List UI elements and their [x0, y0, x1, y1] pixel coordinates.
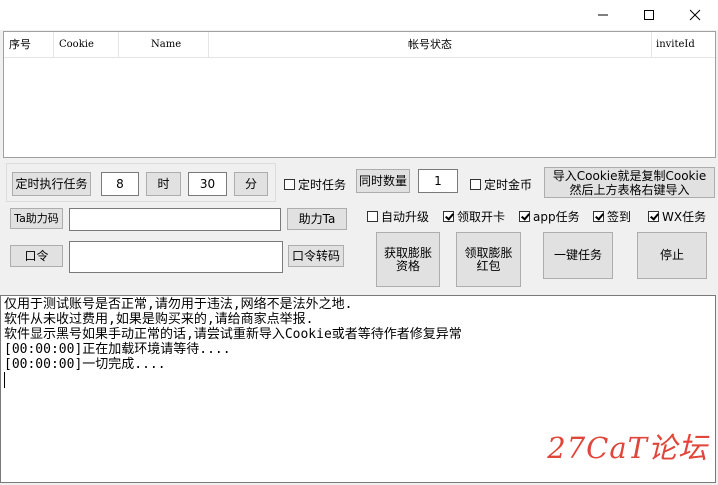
timed-task-label: 定时任务 [298, 178, 347, 192]
timed-task-checkbox[interactable]: 定时任务 [284, 176, 346, 193]
column-account-status[interactable]: 帐号状态 [209, 32, 652, 57]
minute-input[interactable]: 30 [188, 172, 227, 196]
log-line: 软件从未收过费用,如果是购买来的,请给商家点举报. [4, 312, 314, 327]
claim-red-packet-button[interactable]: 领取膨胀红包 [456, 232, 521, 287]
one-click-task-button[interactable]: 一键任务 [543, 232, 613, 279]
checkbox-box [470, 179, 481, 190]
accounts-table[interactable]: 序号 Cookie Name 帐号状态 inviteId [3, 31, 716, 158]
checkbox-sign-in[interactable]: 签到 [593, 208, 631, 225]
minute-button[interactable]: 分 [234, 172, 268, 196]
title-bar [0, 0, 718, 30]
checkbox-app-task[interactable]: app任务 [519, 208, 580, 225]
checkbox-label: WX任务 [662, 210, 707, 224]
log-line: [00:00:00]一切完成.... [4, 357, 166, 372]
column-index[interactable]: 序号 [4, 32, 54, 57]
concurrency-input[interactable]: 1 [418, 169, 458, 193]
checkbox-label: app任务 [533, 210, 580, 224]
help-code-input[interactable] [69, 208, 281, 231]
text-cursor [4, 372, 5, 388]
command-input[interactable] [69, 241, 283, 273]
checkbox-label: 领取开卡 [457, 210, 506, 224]
concurrency-button[interactable]: 同时数量 [356, 169, 410, 193]
table-header: 序号 Cookie Name 帐号状态 inviteId [4, 32, 715, 58]
checkbox-box [648, 211, 659, 222]
stop-button[interactable]: 停止 [637, 232, 707, 279]
checkbox-box [593, 211, 604, 222]
hour-input[interactable]: 8 [101, 172, 139, 196]
minimize-button[interactable] [580, 0, 626, 30]
import-line-2: 然后上方表格右键导入 [569, 182, 690, 197]
schedule-run-button[interactable]: 定时执行任务 [12, 172, 91, 196]
log-line: 软件显示黑号如果手动正常的话,请尝试重新导入Cookie或者等待作者修复异常 [4, 327, 462, 342]
help-code-button[interactable]: Ta助力码 [10, 208, 63, 229]
timed-coin-label: 定时金币 [484, 178, 533, 192]
log-line: [00:00:00]正在加载环境请等待.... [4, 342, 231, 357]
timed-coin-checkbox[interactable]: 定时金币 [470, 176, 532, 193]
assist-button[interactable]: 助力Ta [287, 208, 347, 230]
log-line: 仅用于测试账号是否正常,请勿用于违法,网络不是法外之地. [4, 297, 353, 312]
checkbox-box [443, 211, 454, 222]
checkbox-claim-card[interactable]: 领取开卡 [443, 208, 505, 225]
close-button[interactable] [672, 0, 718, 30]
maximize-icon [644, 10, 654, 20]
get-qualification-button[interactable]: 获取膨胀资格 [376, 232, 440, 287]
column-inviteid[interactable]: inviteId [652, 32, 715, 57]
close-icon [689, 9, 701, 21]
watermark: 27CaT论坛 [547, 431, 708, 465]
import-cookie-button[interactable]: 导入Cookie就是复制Cookie 然后上方表格右键导入 [544, 167, 715, 198]
checkbox-wx-task[interactable]: WX任务 [648, 208, 706, 225]
checkbox-box [519, 211, 530, 222]
checkbox-label: 自动升级 [381, 210, 430, 224]
checkbox-box [367, 211, 378, 222]
minimize-icon [598, 14, 608, 16]
import-line-1: 导入Cookie就是复制Cookie [552, 168, 707, 183]
checkbox-auto-upgrade[interactable]: 自动升级 [367, 208, 429, 225]
checkbox-label: 签到 [607, 210, 632, 224]
column-cookie[interactable]: Cookie [54, 32, 119, 57]
checkbox-box [284, 179, 295, 190]
hour-button[interactable]: 时 [146, 172, 181, 196]
command-convert-button[interactable]: 口令转码 [288, 245, 344, 267]
maximize-button[interactable] [626, 0, 672, 30]
command-button[interactable]: 口令 [10, 245, 63, 267]
column-name[interactable]: Name [119, 32, 209, 57]
